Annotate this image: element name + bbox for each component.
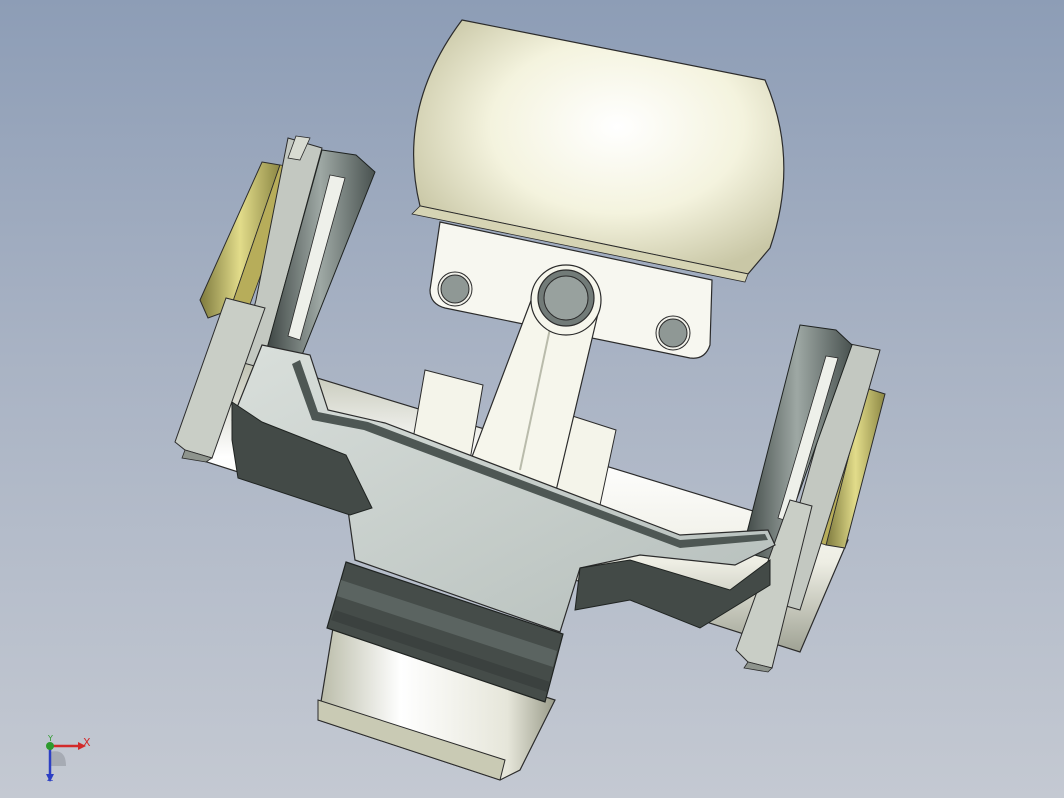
graphics-viewport[interactable]: X Y Z xyxy=(0,0,1064,798)
axis-z-label: Z xyxy=(47,774,54,784)
pivot-pin xyxy=(537,269,595,327)
axis-x-label: X xyxy=(83,736,91,749)
cad-model-view[interactable] xyxy=(0,0,1064,798)
coordinate-triad: X Y Z xyxy=(38,728,102,792)
axis-y-label: Y xyxy=(48,734,53,743)
